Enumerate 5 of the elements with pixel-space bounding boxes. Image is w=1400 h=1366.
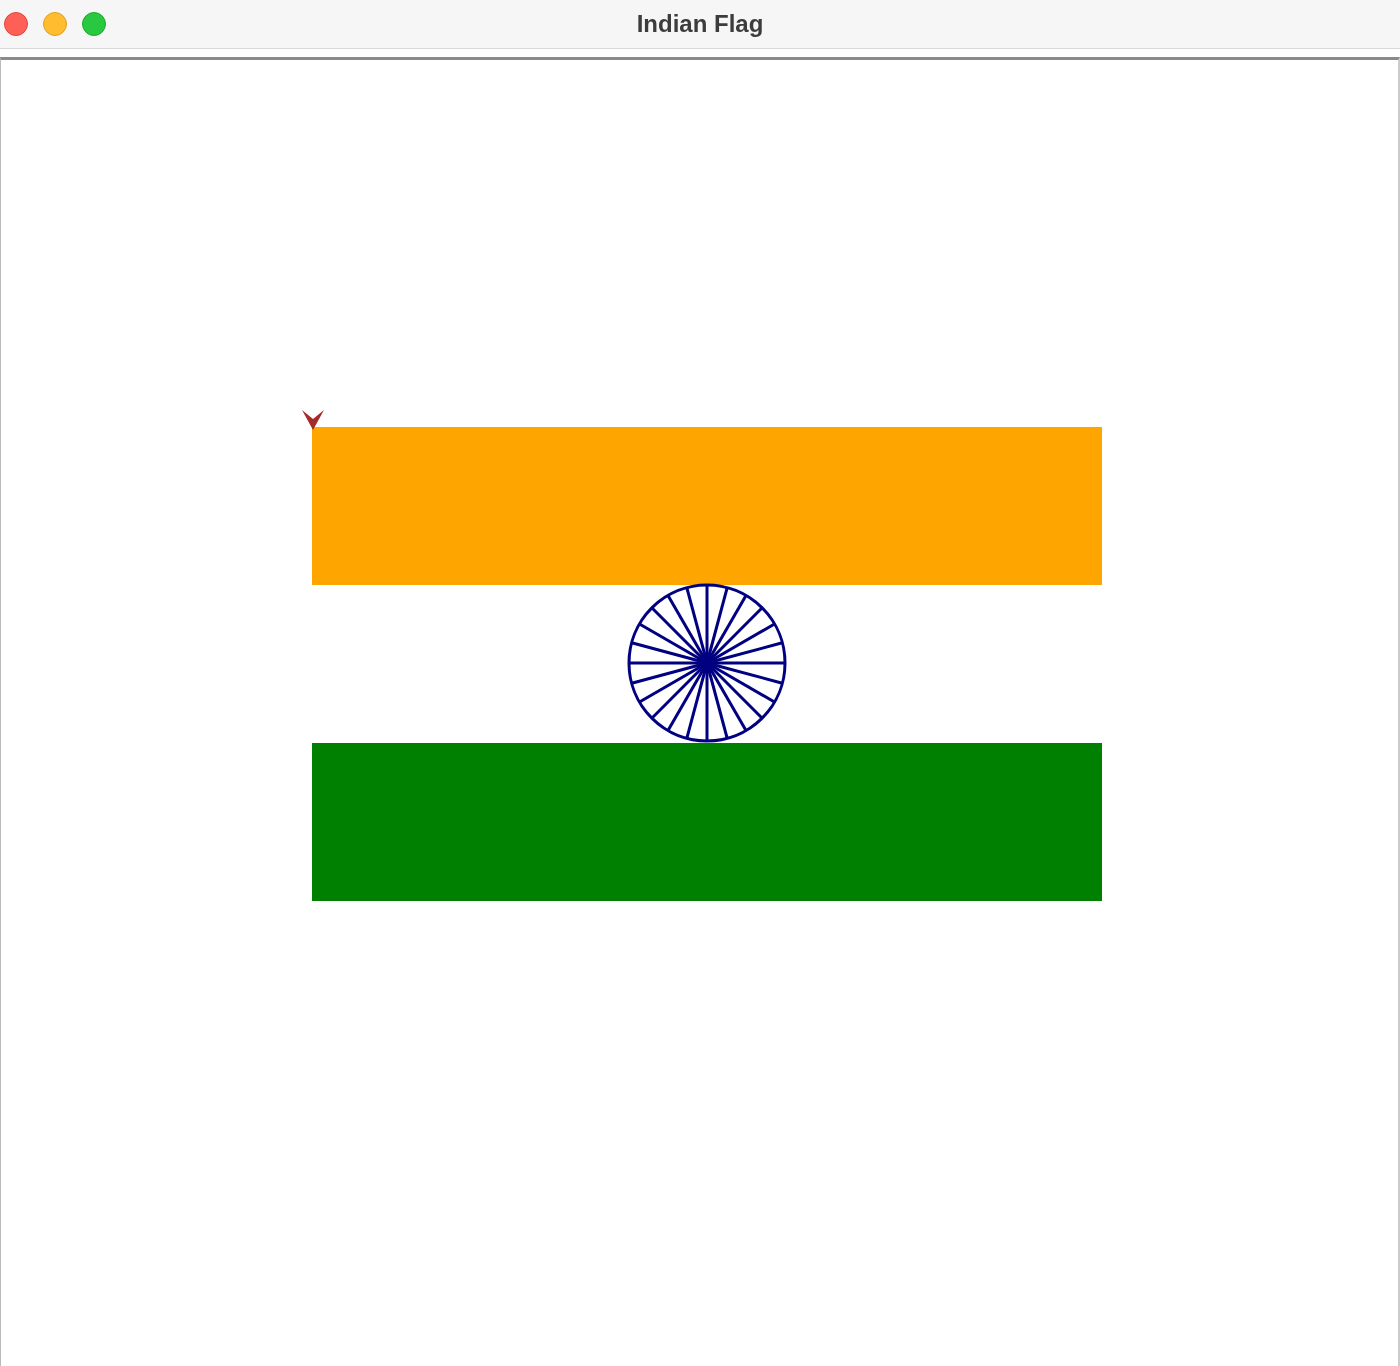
turtle-cursor-icon — [302, 410, 324, 430]
zoom-button[interactable] — [82, 12, 106, 36]
minimize-button[interactable] — [43, 12, 67, 36]
close-button[interactable] — [4, 12, 28, 36]
window-title: Indian Flag — [636, 10, 764, 37]
